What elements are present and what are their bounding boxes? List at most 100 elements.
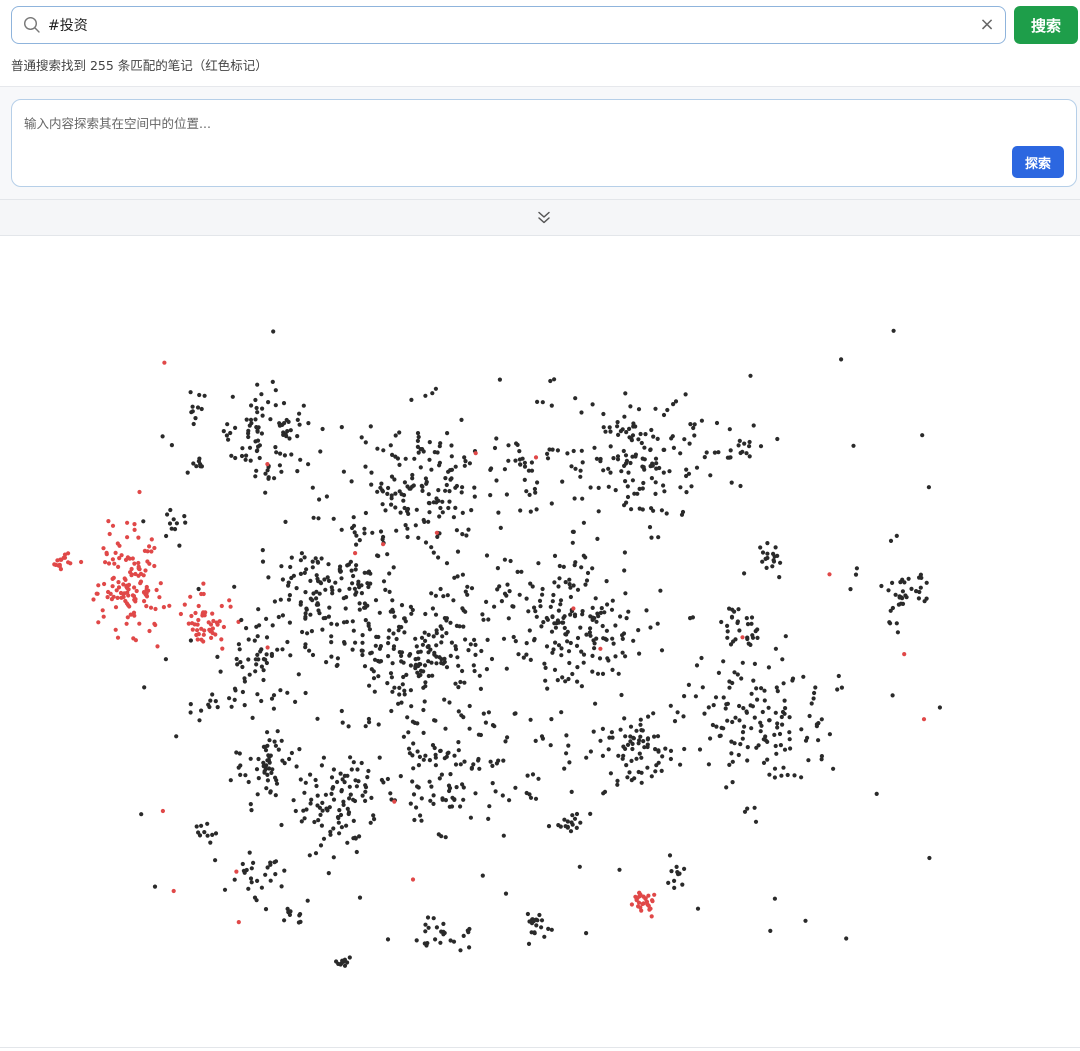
note-point[interactable] [637,751,642,756]
note-point[interactable] [350,619,355,624]
note-point[interactable] [264,616,269,621]
note-point[interactable] [303,611,308,616]
matched-note-point[interactable] [105,595,110,600]
note-point[interactable] [792,773,797,778]
note-point[interactable] [345,840,350,845]
note-point[interactable] [721,659,726,664]
note-point[interactable] [426,519,431,524]
note-point[interactable] [263,764,268,769]
note-point[interactable] [506,616,511,621]
note-point[interactable] [271,329,276,334]
note-point[interactable] [271,693,277,698]
note-point[interactable] [302,790,307,795]
note-point[interactable] [573,396,578,401]
note-point[interactable] [691,425,696,431]
note-point[interactable] [630,433,636,438]
note-point[interactable] [897,595,902,600]
note-point[interactable] [451,598,456,603]
note-point[interactable] [524,596,529,601]
note-point[interactable] [916,596,922,601]
note-point[interactable] [608,771,614,776]
note-point[interactable] [608,470,613,475]
note-point[interactable] [421,669,426,674]
note-point[interactable] [539,624,544,629]
note-point[interactable] [379,481,384,486]
note-point[interactable] [600,753,606,759]
matched-note-point[interactable] [106,589,111,595]
note-point[interactable] [439,772,444,777]
matched-note-point[interactable] [629,902,635,907]
note-point[interactable] [421,517,426,523]
note-point[interactable] [453,505,458,510]
note-point[interactable] [781,765,786,770]
note-point[interactable] [197,833,203,838]
note-point[interactable] [486,816,491,822]
note-point[interactable] [304,606,309,611]
note-point[interactable] [641,480,646,486]
note-point[interactable] [716,450,721,455]
note-point[interactable] [264,652,269,657]
note-point[interactable] [682,866,687,872]
note-point[interactable] [874,791,879,797]
note-point[interactable] [342,640,347,645]
note-point[interactable] [279,738,284,743]
note-point[interactable] [350,581,355,586]
note-point[interactable] [566,649,572,654]
note-point[interactable] [472,485,477,490]
note-point[interactable] [415,431,421,436]
note-point[interactable] [536,776,541,781]
note-point[interactable] [372,817,377,822]
note-point[interactable] [563,679,568,684]
matched-note-point[interactable] [91,597,96,602]
note-point[interactable] [406,730,411,735]
note-point[interactable] [819,717,824,722]
note-point[interactable] [279,884,284,889]
note-point[interactable] [276,614,281,620]
matched-note-point[interactable] [132,561,137,566]
note-point[interactable] [598,738,603,743]
note-point[interactable] [606,747,611,752]
note-point[interactable] [579,649,584,654]
note-point[interactable] [194,824,199,829]
note-point[interactable] [494,436,499,441]
note-point[interactable] [289,452,294,457]
matched-note-point[interactable] [130,556,135,561]
note-point[interactable] [771,558,776,563]
note-point[interactable] [519,569,524,574]
note-point[interactable] [609,607,615,612]
note-point[interactable] [469,765,474,770]
note-point[interactable] [448,468,453,473]
note-point[interactable] [751,423,756,428]
note-point[interactable] [627,770,632,775]
note-point[interactable] [227,696,232,701]
note-point[interactable] [345,563,350,568]
note-point[interactable] [624,458,630,463]
note-point[interactable] [172,527,178,532]
note-point[interactable] [574,811,580,817]
note-point[interactable] [433,937,438,942]
note-point[interactable] [563,580,568,585]
note-point[interactable] [407,751,412,756]
matched-note-point[interactable] [128,570,133,575]
note-point[interactable] [667,853,673,858]
note-point[interactable] [525,773,530,778]
note-point[interactable] [363,464,368,469]
note-point[interactable] [256,776,261,781]
note-point[interactable] [321,836,327,841]
note-point[interactable] [604,579,609,584]
note-point[interactable] [535,918,540,923]
matched-note-point[interactable] [57,562,62,567]
note-point[interactable] [616,753,621,758]
note-point[interactable] [920,433,925,438]
note-point[interactable] [472,637,477,642]
note-point[interactable] [296,920,301,925]
note-point[interactable] [413,523,418,528]
note-point[interactable] [492,445,498,451]
note-point[interactable] [736,607,741,612]
note-point[interactable] [504,492,509,497]
note-point[interactable] [571,529,576,534]
note-point[interactable] [273,403,278,408]
note-point[interactable] [238,763,243,768]
note-point[interactable] [447,499,452,504]
note-point[interactable] [265,730,270,735]
